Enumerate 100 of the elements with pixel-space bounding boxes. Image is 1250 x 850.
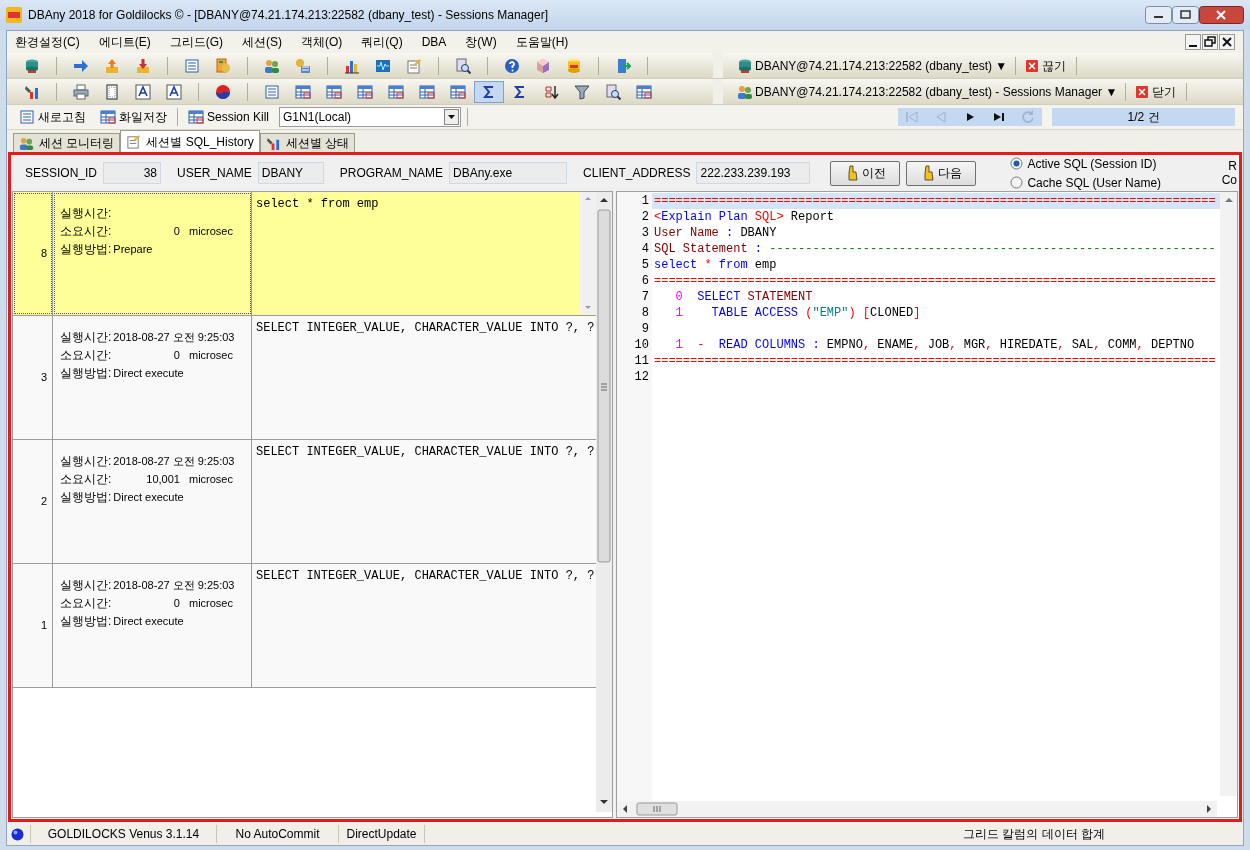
table-icon[interactable] <box>388 83 404 100</box>
list-icon[interactable] <box>184 57 200 74</box>
menu-item[interactable]: DBA <box>421 33 447 51</box>
row-number: 1 <box>40 618 47 634</box>
scrollbar[interactable] <box>596 192 612 812</box>
connection-dropdown[interactable]: DBANY@74.21.174.213:22582 (dbany_test) - Sessions Manager ▼ <box>755 82 1118 101</box>
line-number: 11 <box>634 353 649 369</box>
refresh-button[interactable]: 새로고침 <box>15 106 90 128</box>
text-field[interactable]: 38 <box>103 162 162 184</box>
menu-item[interactable]: 환경설정(C) <box>15 33 80 51</box>
line-number: 6 <box>641 273 649 289</box>
minimize-button[interactable] <box>1145 6 1172 24</box>
ball-icon[interactable] <box>215 83 231 100</box>
line-number: 9 <box>641 321 649 337</box>
field-label: 소요시간: <box>60 223 112 240</box>
printer-icon[interactable] <box>73 83 89 100</box>
menu-item[interactable]: 도움말(H) <box>515 33 569 51</box>
cube-icon[interactable] <box>535 57 551 74</box>
table-icon[interactable] <box>326 83 342 100</box>
field-label: 실행시간: <box>60 577 112 594</box>
field-label: PROGRAM_NAME <box>339 165 444 182</box>
filter-icon[interactable] <box>574 83 590 100</box>
scrollbar[interactable] <box>580 192 596 314</box>
status-text: 그리드 칼럼의 데이터 합계 <box>963 826 1105 843</box>
close-button[interactable] <box>1219 34 1235 50</box>
horizontal-scrollbar[interactable] <box>617 801 1217 817</box>
field-label: 실행시간: <box>60 205 112 222</box>
radio-button[interactable] <box>1010 157 1024 170</box>
font-icon[interactable] <box>166 83 182 100</box>
field-value: 10,001 <box>146 472 180 487</box>
field-value: 0 <box>173 224 180 239</box>
radio-option[interactable]: Cache SQL (User Name) <box>1010 173 1162 191</box>
close-connection-button[interactable]: 닫기 <box>1134 82 1179 101</box>
list-icon <box>19 109 35 125</box>
connection-dropdown[interactable]: DBANY@74.21.174.213:22582 (dbany_test) ▼ <box>755 56 1008 75</box>
tab[interactable]: 세션 모니터링 <box>13 133 121 152</box>
field-label: 소요시간: <box>60 347 112 364</box>
scrollbar[interactable] <box>1220 192 1237 796</box>
close-connection-button[interactable]: 끊기 <box>1024 56 1069 75</box>
arrow-icon[interactable] <box>73 57 89 74</box>
radio-option[interactable]: Active SQL (Session ID) <box>1010 155 1162 173</box>
unit-label: microsec <box>189 348 233 363</box>
exit-icon[interactable] <box>615 57 631 74</box>
sort-icon[interactable] <box>543 83 559 100</box>
table-icon[interactable] <box>636 83 652 100</box>
status-text: No AutoCommit <box>235 826 320 843</box>
minimize-button[interactable] <box>1185 34 1201 50</box>
magnifier-icon[interactable] <box>455 57 471 74</box>
table-icon[interactable] <box>295 83 311 100</box>
field-label: 소요시간: <box>60 595 112 612</box>
tab[interactable]: 세션별 상태 <box>259 133 356 152</box>
radio-button[interactable] <box>1010 176 1024 189</box>
code-line: 1 TABLE ACCESS ("EMP") [CLONED] <box>674 306 921 320</box>
line-number: 3 <box>641 225 649 241</box>
session-kill-button[interactable]: Session Kill <box>184 106 274 128</box>
help-icon[interactable] <box>504 57 520 74</box>
text-field[interactable]: 222.233.239.193 <box>696 162 811 184</box>
field-value: Direct execute <box>113 490 184 505</box>
menu-item[interactable]: 객체(O) <box>301 33 343 51</box>
menu-item[interactable]: 세션(S) <box>242 33 282 51</box>
close-button[interactable] <box>1199 6 1244 24</box>
pulse-chart-icon[interactable] <box>375 57 391 74</box>
status-text: GOLDILOCKS Venus 3.1.14 <box>47 826 200 843</box>
text-field[interactable]: DBANY <box>257 162 324 184</box>
code-line: ============================================================================== <box>654 194 1216 208</box>
download-icon[interactable] <box>135 57 151 74</box>
save-file-button[interactable]: 화일저장 <box>96 106 171 128</box>
status-icon <box>11 827 24 841</box>
upload-icon[interactable] <box>104 57 120 74</box>
users-icon[interactable] <box>264 57 280 74</box>
clipboard-icon[interactable] <box>406 57 422 74</box>
page-icon[interactable] <box>104 83 120 100</box>
field-value: 0 <box>173 596 180 611</box>
field-value: 2018-08-27 오전 9:25:03 <box>113 578 235 593</box>
menu-item[interactable]: 쿼리(Q) <box>361 33 403 51</box>
table-icon[interactable] <box>450 83 466 100</box>
next-button[interactable]: 다음 <box>906 160 977 186</box>
menu-item[interactable]: 에디트(E) <box>98 33 151 51</box>
restore-button[interactable] <box>1202 34 1218 50</box>
text-field[interactable]: DBAny.exe <box>449 162 568 184</box>
tab[interactable]: 세션별 SQL_History <box>120 130 260 152</box>
font-icon[interactable] <box>135 83 151 100</box>
cylinder-icon[interactable] <box>566 57 582 74</box>
node-dropdown[interactable]: G1N1(Local) <box>279 107 462 127</box>
table-icon[interactable] <box>419 83 435 100</box>
menu-item[interactable]: 그리드(G) <box>169 33 223 51</box>
menu-item[interactable]: 창(W) <box>465 33 497 51</box>
previous-button[interactable]: 이전 <box>830 160 901 186</box>
magnifier-icon[interactable] <box>605 83 621 100</box>
table-icon <box>100 109 116 125</box>
database-icon[interactable] <box>24 57 40 74</box>
field-value: Direct execute <box>113 614 184 629</box>
field-value: 2018-08-27 오전 9:25:03 <box>113 330 235 345</box>
line-number: 7 <box>641 289 649 305</box>
list-icon[interactable] <box>264 83 280 100</box>
clipboard-icon <box>126 134 142 149</box>
table-icon[interactable] <box>357 83 373 100</box>
line-number: 10 <box>634 337 649 353</box>
maximize-button[interactable] <box>1172 6 1199 24</box>
document-icon[interactable] <box>215 57 231 74</box>
